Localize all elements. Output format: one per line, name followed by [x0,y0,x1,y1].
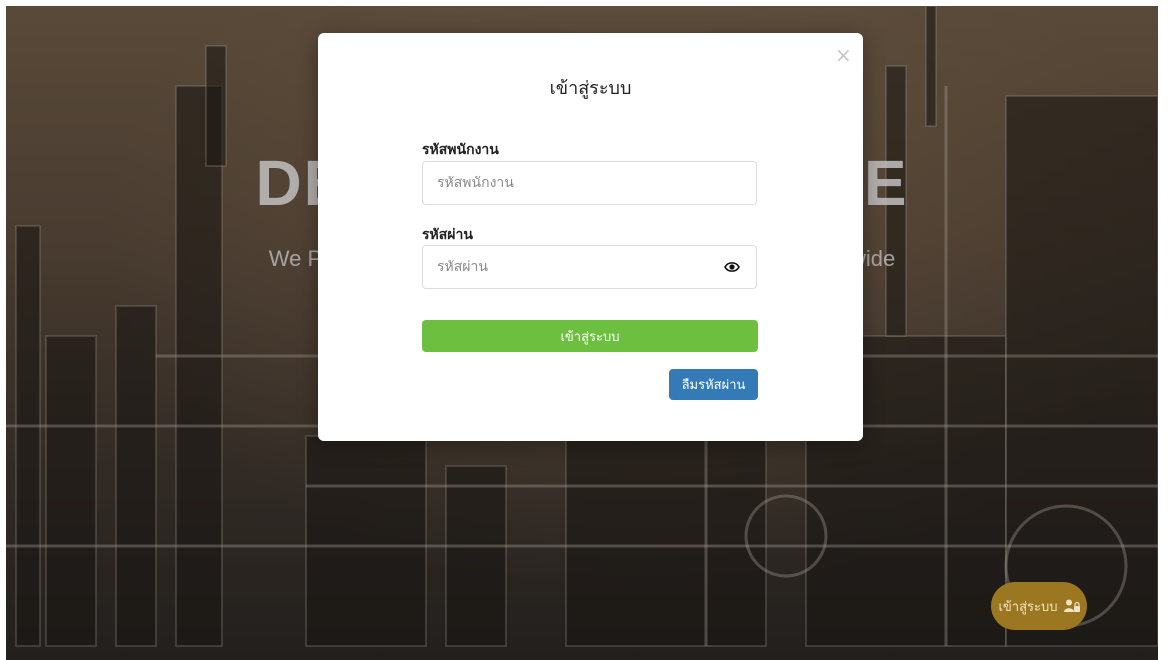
employee-id-label: รหัสพนักงาน [422,142,499,158]
user-lock-icon [1063,599,1080,612]
password-label: รหัสผ่าน [422,227,473,243]
employee-id-placeholder: รหัสพนักงาน [437,175,514,191]
login-button[interactable]: เข้าสู่ระบบ [422,320,758,352]
floating-login-button[interactable]: เข้าสู่ระบบ [991,582,1087,630]
employee-id-input[interactable]: รหัสพนักงาน [422,161,757,205]
floating-login-label: เข้าสู่ระบบ [998,599,1058,615]
close-icon[interactable]: × [835,45,852,65]
password-input[interactable]: รหัสผ่าน [422,245,757,289]
eye-icon[interactable] [724,260,740,274]
password-placeholder: รหัสผ่าน [437,259,488,275]
forgot-password-button[interactable]: ลืมรหัสผ่าน [669,369,758,400]
login-modal: × เข้าสู่ระบบ รหัสพนักงาน รหัสพนักงาน รห… [318,33,863,441]
modal-title: เข้าสู่ระบบ [549,78,632,99]
